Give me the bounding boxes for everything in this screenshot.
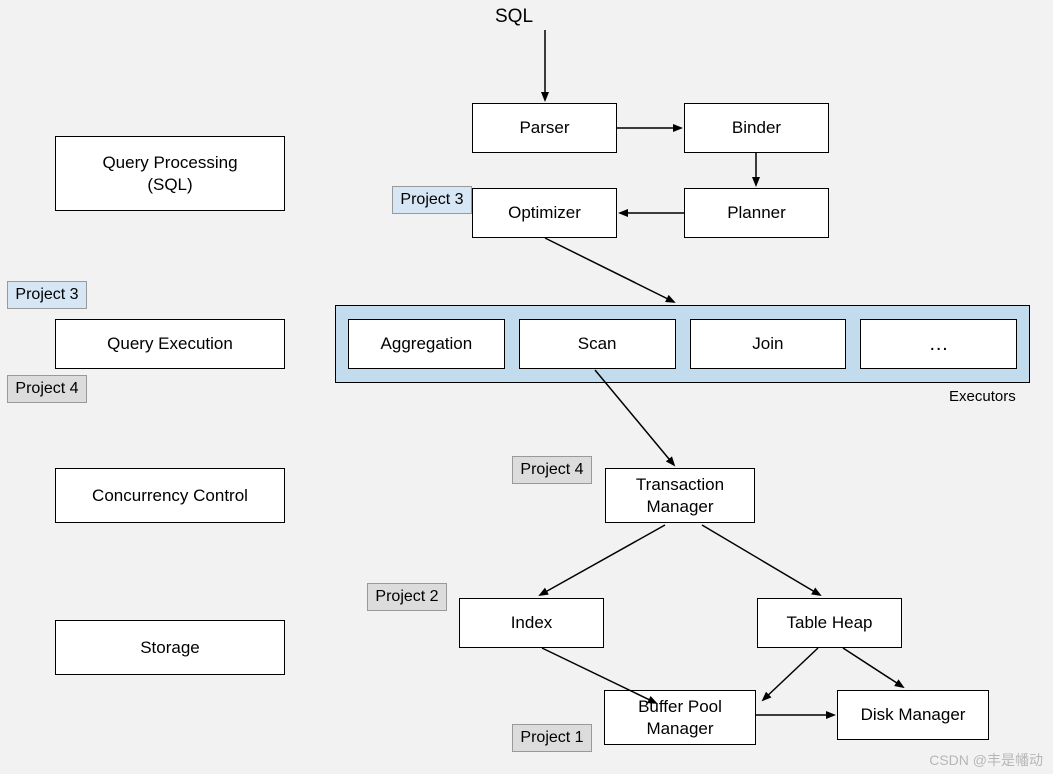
box-aggregation: Aggregation [348, 319, 505, 369]
executors-group: Aggregation Scan Join … [335, 305, 1030, 383]
tag-project4-txn: Project 4 [512, 456, 592, 484]
tag-project1-bpm: Project 1 [512, 724, 592, 752]
tag-project4-exec: Project 4 [7, 375, 87, 403]
box-more-executors: … [860, 319, 1017, 369]
label-sql: SQL [495, 6, 533, 28]
label-executors: Executors [949, 388, 1016, 405]
box-query-processing: Query Processing (SQL) [55, 136, 285, 211]
box-index: Index [459, 598, 604, 648]
box-buffer-pool-manager: Buffer Pool Manager [604, 690, 756, 745]
box-join: Join [690, 319, 847, 369]
box-binder: Binder [684, 103, 829, 153]
tag-project3-exec: Project 3 [7, 281, 87, 309]
tag-project3-optimizer: Project 3 [392, 186, 472, 214]
box-scan: Scan [519, 319, 676, 369]
box-transaction-manager: Transaction Manager [605, 468, 755, 523]
box-storage: Storage [55, 620, 285, 675]
watermark: CSDN @丰是幡动 [929, 750, 1043, 770]
tag-project2-index: Project 2 [367, 583, 447, 611]
box-disk-manager: Disk Manager [837, 690, 989, 740]
box-parser: Parser [472, 103, 617, 153]
box-query-execution: Query Execution [55, 319, 285, 369]
box-table-heap: Table Heap [757, 598, 902, 648]
box-optimizer: Optimizer [472, 188, 617, 238]
box-concurrency-control: Concurrency Control [55, 468, 285, 523]
box-planner: Planner [684, 188, 829, 238]
